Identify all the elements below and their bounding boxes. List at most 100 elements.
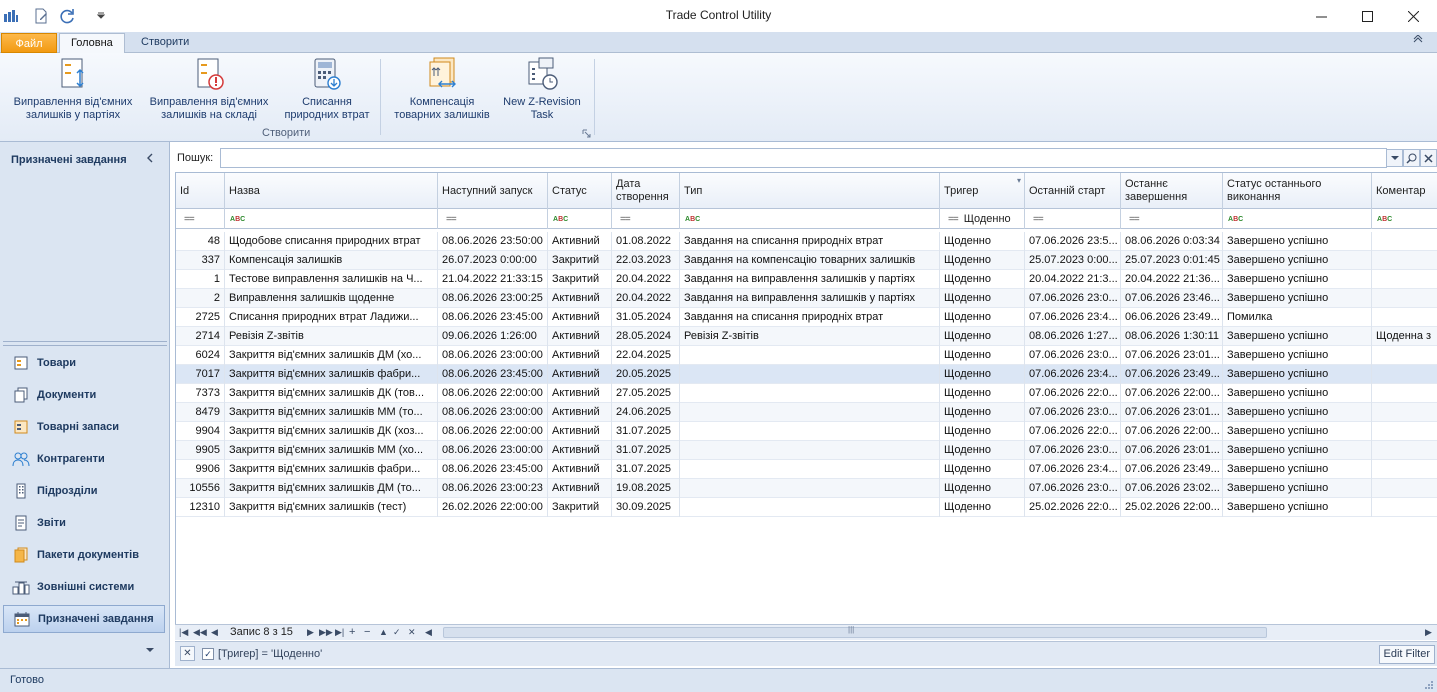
cell-last-end[interactable]: 25.07.2023 0:01:45 — [1121, 251, 1223, 270]
cell-status[interactable]: Активний — [548, 327, 612, 346]
cell-last-status[interactable]: Завершено успішно — [1223, 365, 1372, 384]
cell-id[interactable]: 337 — [176, 251, 225, 270]
cell-created[interactable]: 22.04.2025 — [612, 346, 680, 365]
cell-status[interactable]: Активний — [548, 441, 612, 460]
cell-next-run[interactable]: 08.06.2026 23:50:00 — [438, 232, 548, 251]
filter-cell-created[interactable]: == — [612, 209, 680, 229]
cell-created[interactable]: 30.09.2025 — [612, 498, 680, 517]
cell-name[interactable]: Закриття від'ємних залишків ДМ (то... — [225, 479, 438, 498]
cell-last-start[interactable]: 07.06.2026 23:0... — [1025, 346, 1121, 365]
cell-last-end[interactable]: 07.06.2026 22:00... — [1121, 422, 1223, 441]
new-z-revision-button[interactable]: New Z-Revision Task — [500, 56, 584, 122]
table-row[interactable]: 48 Щодобове списання природних втрат 08.06… — [176, 232, 1437, 251]
cell-comment[interactable] — [1372, 403, 1437, 422]
column-header-type[interactable]: Тип — [680, 173, 940, 209]
cell-status[interactable]: Активний — [548, 422, 612, 441]
cell-next-run[interactable]: 26.07.2023 0:00:00 — [438, 251, 548, 270]
cell-status[interactable]: Активний — [548, 308, 612, 327]
table-row[interactable]: 2 Виправлення залишків щоденне 08.06.2026 … — [176, 289, 1437, 308]
cell-type[interactable]: Завдання на виправлення залишків у парті… — [680, 289, 940, 308]
cell-status[interactable]: Активний — [548, 460, 612, 479]
cell-type[interactable] — [680, 441, 940, 460]
last-record-icon[interactable]: ▶| — [335, 625, 344, 640]
cell-next-run[interactable]: 09.06.2026 1:26:00 — [438, 327, 548, 346]
cell-status[interactable]: Активний — [548, 289, 612, 308]
cell-next-run[interactable]: 26.02.2026 22:00:00 — [438, 498, 548, 517]
column-header-comment[interactable]: Коментар — [1372, 173, 1437, 209]
cell-comment[interactable] — [1372, 308, 1437, 327]
nav-item-departments[interactable]: Підрозділи — [3, 477, 165, 505]
column-header-status[interactable]: Статус — [548, 173, 612, 209]
table-row[interactable]: 7373 Закриття від'ємних залишків ДК (тов.… — [176, 384, 1437, 403]
cell-last-start[interactable]: 07.06.2026 23:4... — [1025, 308, 1121, 327]
cell-id[interactable]: 9906 — [176, 460, 225, 479]
table-row[interactable]: 12310 Закриття від'ємних залишків (тест) 2… — [176, 498, 1437, 517]
nav-item-stock[interactable]: Товарні запаси — [3, 413, 165, 441]
next-page-icon[interactable]: ▶▶ — [319, 625, 333, 640]
cell-name[interactable]: Виправлення залишків щоденне — [225, 289, 438, 308]
cell-comment[interactable] — [1372, 232, 1437, 251]
filter-expression[interactable]: [Тригер] = 'Щоденно' — [218, 648, 322, 660]
cell-last-start[interactable]: 07.06.2026 23:5... — [1025, 232, 1121, 251]
cell-id[interactable]: 6024 — [176, 346, 225, 365]
column-header-trigger[interactable]: Тригер ▾ — [940, 173, 1025, 209]
cell-status[interactable]: Закритий — [548, 270, 612, 289]
cell-trigger[interactable]: Щоденно — [940, 346, 1025, 365]
minimize-button[interactable] — [1298, 0, 1344, 32]
nav-more-icon[interactable] — [146, 644, 154, 656]
cell-created[interactable]: 20.04.2022 — [612, 270, 680, 289]
filter-cell-status[interactable]: ABC — [548, 209, 612, 229]
cell-id[interactable]: 2 — [176, 289, 225, 308]
cell-name[interactable]: Закриття від'ємних залишків ММ (хо... — [225, 441, 438, 460]
cell-created[interactable]: 31.05.2024 — [612, 308, 680, 327]
cell-last-end[interactable]: 20.04.2022 21:36... — [1121, 270, 1223, 289]
cell-created[interactable]: 22.03.2023 — [612, 251, 680, 270]
cell-next-run[interactable]: 08.06.2026 23:00:00 — [438, 441, 548, 460]
tab-file[interactable]: Файл — [1, 33, 57, 53]
cell-last-status[interactable]: Завершено успішно — [1223, 384, 1372, 403]
filter-cell-last-status[interactable]: ABC — [1223, 209, 1372, 229]
cell-type[interactable]: Завдання на виправлення залишків у парті… — [680, 270, 940, 289]
collapse-pane-icon[interactable] — [146, 153, 154, 166]
cell-last-start[interactable]: 20.04.2022 21:3... — [1025, 270, 1121, 289]
cell-last-end[interactable]: 07.06.2026 23:01... — [1121, 346, 1223, 365]
cell-last-end[interactable]: 07.06.2026 23:01... — [1121, 441, 1223, 460]
cell-status[interactable]: Активний — [548, 346, 612, 365]
cell-created[interactable]: 28.05.2024 — [612, 327, 680, 346]
cell-next-run[interactable]: 08.06.2026 22:00:00 — [438, 384, 548, 403]
prev-record-icon[interactable]: ◀ — [211, 625, 218, 640]
cell-last-status[interactable]: Завершено успішно — [1223, 479, 1372, 498]
cell-status[interactable]: Активний — [548, 365, 612, 384]
cell-last-status[interactable]: Завершено успішно — [1223, 441, 1372, 460]
cell-id[interactable]: 1 — [176, 270, 225, 289]
cell-created[interactable]: 31.07.2025 — [612, 460, 680, 479]
cell-trigger[interactable]: Щоденно — [940, 460, 1025, 479]
cell-last-start[interactable]: 25.07.2023 0:00... — [1025, 251, 1121, 270]
cell-trigger[interactable]: Щоденно — [940, 384, 1025, 403]
tab-create[interactable]: Створити — [130, 33, 200, 54]
filter-cell-comment[interactable]: ABC — [1372, 209, 1437, 229]
cell-type[interactable] — [680, 479, 940, 498]
cell-trigger[interactable]: Щоденно — [940, 441, 1025, 460]
table-row[interactable]: 9905 Закриття від'ємних залишків ММ (хо..… — [176, 441, 1437, 460]
cell-last-status[interactable]: Завершено успішно — [1223, 403, 1372, 422]
nav-item-reports[interactable]: Звіти — [3, 509, 165, 537]
table-row[interactable]: 10556 Закриття від'ємних залишків ДМ (то.… — [176, 479, 1437, 498]
cell-last-status[interactable]: Завершено успішно — [1223, 270, 1372, 289]
cell-created[interactable]: 24.06.2025 — [612, 403, 680, 422]
cell-next-run[interactable]: 21.04.2022 21:33:15 — [438, 270, 548, 289]
cell-id[interactable]: 48 — [176, 232, 225, 251]
cell-trigger[interactable]: Щоденно — [940, 251, 1025, 270]
clear-filter-button[interactable]: ✕ — [180, 646, 195, 661]
collapse-ribbon-icon[interactable] — [1413, 34, 1423, 48]
cell-comment[interactable]: Щоденна з — [1372, 327, 1437, 346]
cell-name[interactable]: Закриття від'ємних залишків ММ (то... — [225, 403, 438, 422]
cell-name[interactable]: Закриття від'ємних залишків ДК (тов... — [225, 384, 438, 403]
table-row[interactable]: 1 Тестове виправлення залишків на Ч... 21.… — [176, 270, 1437, 289]
cell-trigger[interactable]: Щоденно — [940, 327, 1025, 346]
dialog-launcher-icon[interactable] — [582, 129, 591, 141]
table-row[interactable]: 6024 Закриття від'ємних залишків ДМ (хо..… — [176, 346, 1437, 365]
table-row[interactable]: 2725 Списання природних втрат Ладижи... 08… — [176, 308, 1437, 327]
cell-trigger[interactable]: Щоденно — [940, 308, 1025, 327]
filter-cell-last-end[interactable]: == — [1121, 209, 1223, 229]
